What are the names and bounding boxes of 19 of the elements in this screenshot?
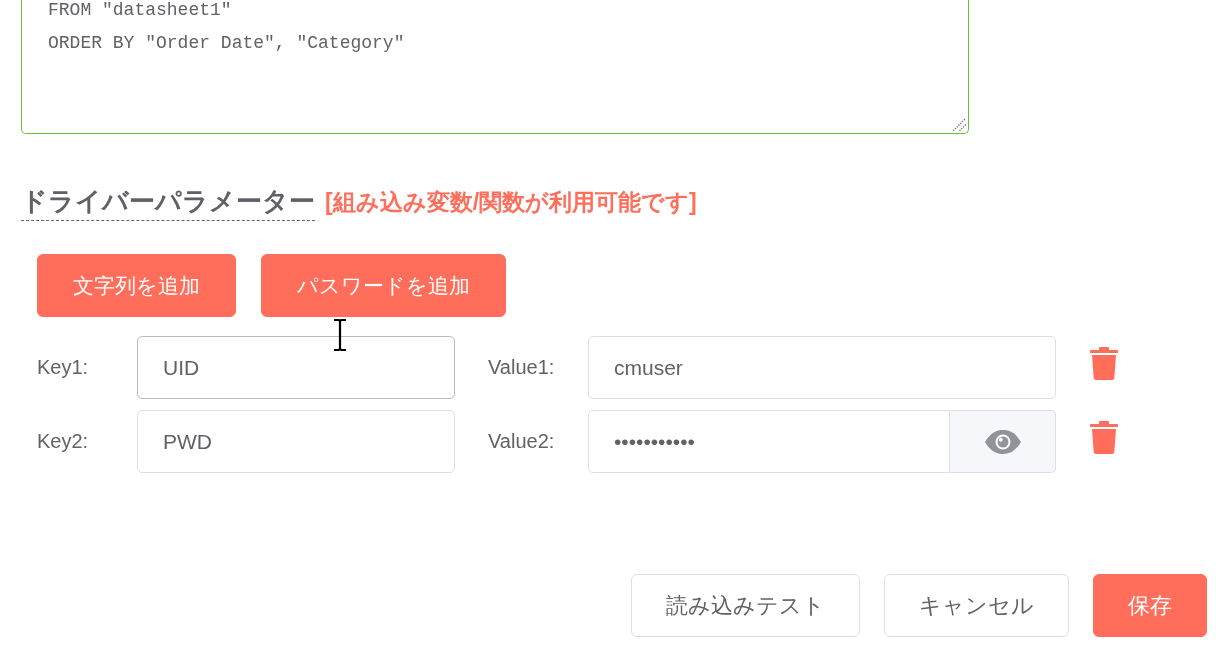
value-label: Value2:	[488, 430, 556, 453]
trash-icon[interactable]	[1090, 347, 1118, 380]
show-password-button[interactable]	[950, 410, 1056, 473]
section-note: [組み込み変数/関数が利用可能です]	[325, 188, 697, 217]
footer-button[interactable]: キャンセル	[884, 574, 1069, 637]
key-label: Key1:	[37, 356, 90, 379]
eye-icon	[984, 429, 1021, 454]
trash-icon[interactable]	[1090, 421, 1118, 454]
query-textarea[interactable]: FROM "datasheet1" ORDER BY "Order Date", "Category"	[21, 0, 969, 134]
key-input[interactable]: PWD	[137, 410, 455, 473]
resize-handle-icon[interactable]	[952, 117, 967, 132]
password-input[interactable]: •••••••••••	[588, 410, 950, 473]
section-title: ドライバーパラメーター	[21, 184, 315, 221]
value-label: Value1:	[488, 356, 556, 379]
key-label: Key2:	[37, 430, 90, 453]
text-cursor-icon	[333, 319, 347, 351]
value-input[interactable]: cmuser	[588, 336, 1056, 399]
footer-button[interactable]: 読み込みテスト	[631, 574, 860, 637]
key-input[interactable]: UID	[137, 336, 455, 399]
